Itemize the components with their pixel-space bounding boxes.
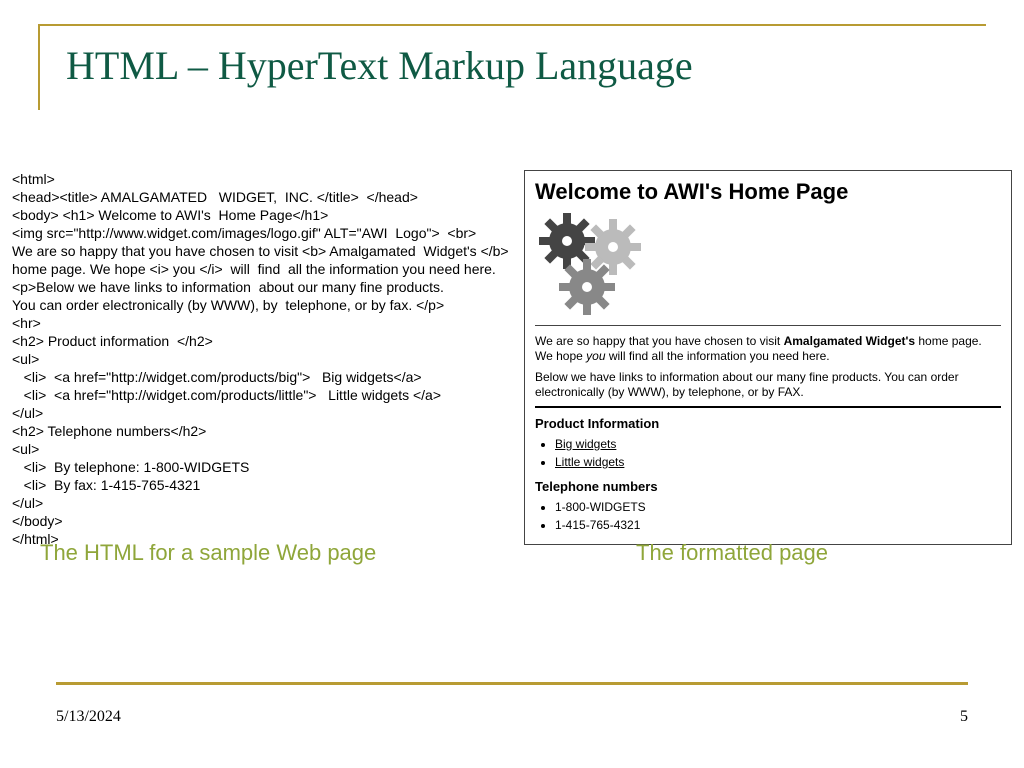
caption-formatted-page: The formatted page [636, 540, 828, 566]
intro-text-e: will find all the information you need h… [606, 349, 830, 363]
src-line: <body> <h1> Welcome to AWI's Home Page</… [12, 207, 328, 223]
page-h2-products: Product Information [535, 416, 1001, 431]
intro-text-a: We are so happy that you have chosen to … [535, 334, 784, 348]
footer-page-number: 5 [960, 708, 968, 726]
list-item: 1-800-WIDGETS [555, 498, 1001, 516]
src-line: <ul> [12, 441, 39, 457]
footer-date: 5/13/2024 [56, 708, 121, 726]
telephone-list: 1-800-WIDGETS 1-415-765-4321 [541, 498, 1001, 534]
caption-html-source: The HTML for a sample Web page [40, 540, 376, 566]
src-line: <ul> [12, 351, 39, 367]
src-line: <li> By telephone: 1-800-WIDGETS [12, 459, 249, 475]
src-line: <head><title> AMALGAMATED WIDGET, INC. <… [12, 189, 418, 205]
src-line: <li> By fax: 1-415-765-4321 [12, 477, 200, 493]
frame-left-rule [38, 24, 40, 110]
intro-bold: Amalgamated Widget's [784, 334, 915, 348]
html-source-block: <html> <head><title> AMALGAMATED WIDGET,… [12, 170, 510, 548]
page-heading: Welcome to AWI's Home Page [535, 179, 1001, 205]
link-little-widgets[interactable]: Little widgets [555, 455, 624, 469]
logo-gears-icon [535, 211, 665, 319]
src-line: </ul> [12, 495, 43, 511]
src-line: <h2> Telephone numbers</h2> [12, 423, 206, 439]
src-line: </ul> [12, 405, 43, 421]
link-big-widgets[interactable]: Big widgets [555, 437, 616, 451]
intro-italic: you [586, 349, 605, 363]
src-line: <html> [12, 171, 55, 187]
list-item: 1-415-765-4321 [555, 516, 1001, 534]
slide: HTML – HyperText Markup Language <html> … [0, 0, 1024, 768]
bottom-rule [56, 682, 968, 685]
src-line: <img src="http://www.widget.com/images/l… [12, 225, 476, 241]
src-line: You can order electronically (by WWW), b… [12, 297, 444, 313]
src-line: <li> <a href="http://widget.com/products… [12, 387, 441, 403]
src-line: home page. We hope <i> you </i> will fin… [12, 261, 496, 277]
page-h2-telephone: Telephone numbers [535, 479, 1001, 494]
frame-top-rule [38, 24, 986, 26]
rendered-page-box: Welcome to AWI's Home Page [524, 170, 1012, 545]
products-list: Big widgets Little widgets [541, 435, 1001, 471]
src-line: <li> <a href="http://widget.com/products… [12, 369, 422, 385]
src-line: <p>Below we have links to information ab… [12, 279, 444, 295]
page-thick-hr [535, 406, 1001, 408]
page-paragraph-below: Below we have links to information about… [535, 370, 1001, 400]
page-hr [535, 325, 1001, 326]
rendered-page-column: Welcome to AWI's Home Page [524, 170, 1012, 548]
src-line: <hr> [12, 315, 41, 331]
slide-title: HTML – HyperText Markup Language [66, 42, 693, 89]
page-paragraph-intro: We are so happy that you have chosen to … [535, 334, 1001, 364]
src-line: </body> [12, 513, 63, 529]
list-item: Big widgets [555, 435, 1001, 453]
src-line: We are so happy that you have chosen to … [12, 243, 509, 259]
src-line: <h2> Product information </h2> [12, 333, 213, 349]
content-row: <html> <head><title> AMALGAMATED WIDGET,… [12, 170, 1012, 548]
list-item: Little widgets [555, 453, 1001, 471]
